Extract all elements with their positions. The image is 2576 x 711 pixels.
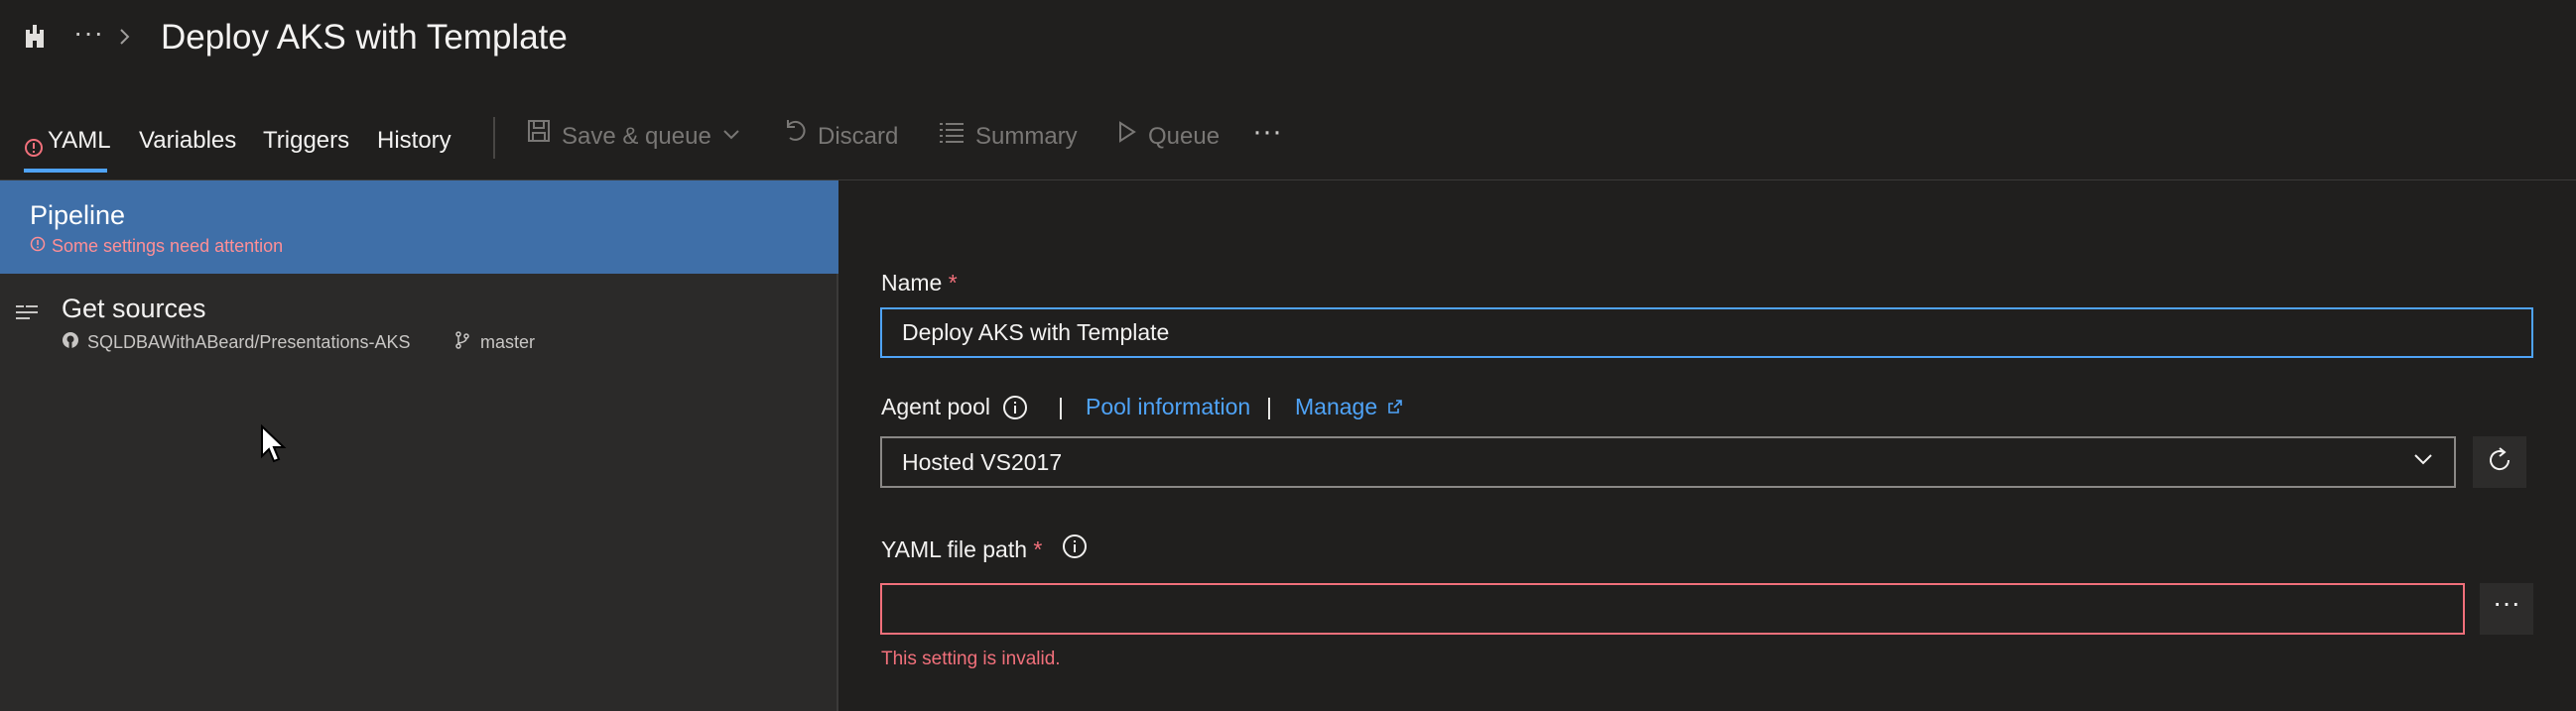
discard-label: Discard (818, 123, 899, 150)
queue-button[interactable]: Queue (1116, 117, 1220, 157)
agent-pool-label: Agent pool (881, 394, 1028, 420)
info-icon[interactable] (1062, 533, 1088, 565)
link-separator: | (1266, 394, 1272, 419)
pipeline-castle-icon[interactable] (22, 24, 48, 50)
tab-triggers[interactable]: Triggers (263, 121, 349, 161)
mouse-cursor-icon (260, 423, 288, 466)
branch-icon (454, 331, 470, 354)
repository: SQLDBAWithABeard/Presentations-AKS (62, 331, 410, 354)
validation-error: This setting is invalid. (881, 649, 1061, 669)
list-icon (938, 117, 966, 157)
pipeline-warning: Some settings need attention (30, 236, 283, 257)
save-icon (526, 117, 552, 157)
toolbar-divider (493, 117, 495, 159)
page-title: Deploy AKS with Template (161, 18, 568, 57)
warning-circle-icon (30, 236, 46, 257)
branch-name: master (480, 332, 536, 352)
info-icon[interactable] (1002, 395, 1028, 420)
agent-pool-dropdown[interactable]: Hosted VS2017 (880, 436, 2456, 488)
repository-name: SQLDBAWithABeard/Presentations-AKS (87, 332, 411, 352)
chevron-down-icon (2412, 448, 2434, 476)
chevron-right-icon (115, 24, 135, 50)
tab-yaml[interactable]: YAML (24, 121, 111, 161)
yaml-file-path-label-text: YAML file path (881, 535, 1028, 562)
save-and-queue-label: Save & queue (562, 123, 711, 150)
external-link-icon (1387, 394, 1403, 420)
pipeline-title: Pipeline (30, 200, 126, 230)
queue-label: Queue (1148, 123, 1221, 150)
manage-link[interactable]: Manage (1295, 394, 1403, 420)
name-field[interactable] (880, 307, 2533, 358)
link-separator: | (1058, 394, 1064, 419)
refresh-button[interactable] (2473, 436, 2526, 488)
discard-button[interactable]: Discard (782, 117, 898, 157)
get-sources-title[interactable]: Get sources (62, 294, 206, 324)
required-mark: * (1033, 535, 1043, 562)
toolbar-more-button[interactable]: ··· (1252, 117, 1288, 157)
agent-pool-label-text: Agent pool (881, 394, 990, 419)
summary-label: Summary (975, 123, 1078, 150)
refresh-icon (2485, 445, 2514, 480)
manage-link-text: Manage (1295, 394, 1378, 419)
tab-variables[interactable]: Variables (139, 121, 236, 161)
agent-pool-value: Hosted VS2017 (902, 448, 1063, 475)
github-icon (62, 331, 79, 354)
summary-button[interactable]: Summary (938, 117, 1078, 157)
branch: master (454, 331, 535, 354)
undo-icon (782, 117, 808, 157)
browse-button[interactable]: ··· (2480, 583, 2533, 635)
pool-information-link[interactable]: Pool information (1086, 394, 1250, 420)
tab-yaml-label: YAML (48, 127, 111, 154)
required-mark: * (948, 270, 958, 296)
save-and-queue-button[interactable]: Save & queue (526, 117, 741, 157)
tab-history[interactable]: History (377, 121, 451, 161)
name-label: Name * (881, 270, 958, 296)
get-sources-icon (14, 299, 40, 325)
chevron-down-icon (721, 117, 741, 157)
yaml-file-path-label: YAML file path * (881, 533, 1088, 565)
active-tab-indicator (24, 169, 107, 173)
play-icon (1116, 117, 1138, 157)
yaml-file-path-field[interactable] (880, 583, 2465, 635)
name-label-text: Name (881, 270, 943, 296)
pipeline-item[interactable] (0, 180, 838, 274)
pipeline-warning-text: Some settings need attention (52, 236, 284, 256)
warning-circle-icon (24, 131, 44, 171)
breadcrumb-more-button[interactable]: ··· (73, 19, 109, 52)
